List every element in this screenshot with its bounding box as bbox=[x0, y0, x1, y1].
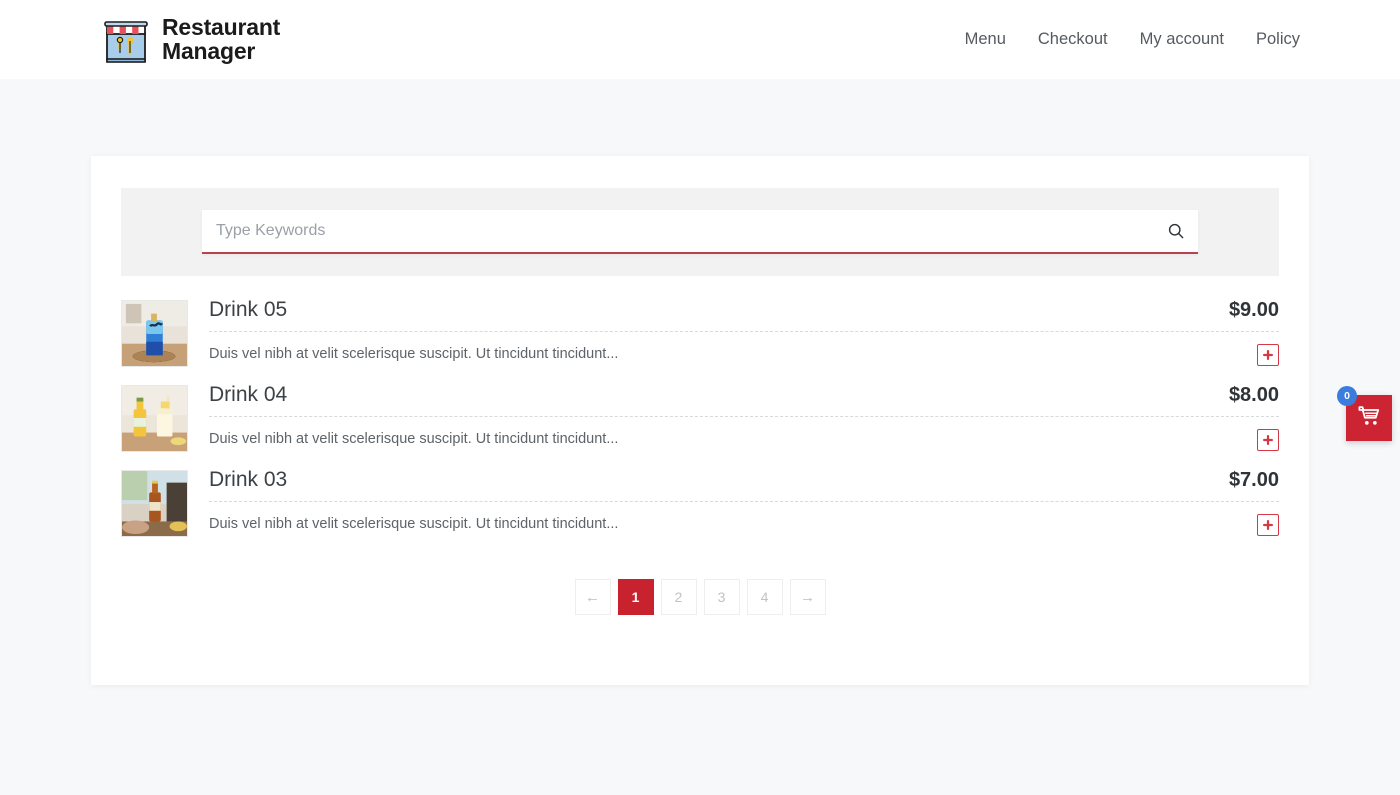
product-list: Drink 05 $9.00 Duis vel nibh at velit sc… bbox=[121, 276, 1279, 543]
product-price: $9.00 bbox=[1228, 299, 1279, 321]
product-title-row: Drink 04 $8.00 bbox=[209, 382, 1279, 418]
product-desc-row: Duis vel nibh at velit scelerisque susci… bbox=[209, 502, 1279, 536]
product-title: Drink 05 bbox=[209, 298, 288, 321]
product-title: Drink 04 bbox=[209, 383, 288, 406]
product-row: Drink 04 $8.00 Duis vel nibh at velit sc… bbox=[121, 373, 1279, 458]
pagination-page-2[interactable]: 2 bbox=[660, 579, 697, 615]
nav-item-checkout[interactable]: Checkout bbox=[1038, 30, 1108, 49]
brand-logo-link[interactable]: Restaurant Manager bbox=[100, 15, 280, 65]
pagination-next-button[interactable]: → bbox=[789, 579, 826, 615]
page-body: Drink 05 $9.00 Duis vel nibh at velit sc… bbox=[0, 79, 1400, 795]
product-row: Drink 03 $7.00 Duis vel nibh at velit sc… bbox=[121, 458, 1279, 543]
pagination-prev-button[interactable]: ← bbox=[574, 579, 611, 615]
site-header: Restaurant Manager Menu Checkout My acco… bbox=[0, 0, 1400, 79]
menu-card: Drink 05 $9.00 Duis vel nibh at velit sc… bbox=[91, 156, 1309, 685]
product-price: $8.00 bbox=[1228, 384, 1279, 406]
shopping-cart-icon bbox=[1358, 405, 1381, 431]
product-title-row: Drink 05 $9.00 bbox=[209, 297, 1279, 333]
search-panel bbox=[121, 188, 1279, 276]
product-info: Drink 04 $8.00 Duis vel nibh at velit sc… bbox=[209, 382, 1279, 451]
pagination-page-1[interactable]: 1 bbox=[617, 579, 654, 615]
product-description: Duis vel nibh at velit scelerisque susci… bbox=[209, 431, 619, 448]
product-title-row: Drink 03 $7.00 bbox=[209, 467, 1279, 503]
pagination-page-4[interactable]: 4 bbox=[746, 579, 783, 615]
add-to-cart-button[interactable] bbox=[1257, 428, 1279, 451]
product-thumbnail[interactable] bbox=[121, 300, 188, 367]
search-icon[interactable] bbox=[1164, 219, 1188, 243]
product-description: Duis vel nibh at velit scelerisque susci… bbox=[209, 516, 619, 533]
product-desc-row: Duis vel nibh at velit scelerisque susci… bbox=[209, 332, 1279, 366]
add-to-cart-button[interactable] bbox=[1257, 513, 1279, 536]
pagination: ← 1 2 3 4 → bbox=[121, 543, 1279, 615]
nav-item-policy[interactable]: Policy bbox=[1256, 30, 1300, 49]
cart-button[interactable]: 0 bbox=[1337, 386, 1392, 441]
cart-count-badge: 0 bbox=[1337, 386, 1357, 406]
storefront-icon bbox=[100, 15, 152, 65]
main-navigation: Menu Checkout My account Policy bbox=[965, 30, 1300, 49]
product-info: Drink 03 $7.00 Duis vel nibh at velit sc… bbox=[209, 467, 1279, 536]
pagination-page-3[interactable]: 3 bbox=[703, 579, 740, 615]
brand-name: Restaurant Manager bbox=[162, 14, 281, 64]
nav-item-menu[interactable]: Menu bbox=[965, 30, 1006, 49]
app-root: Restaurant Manager Menu Checkout My acco… bbox=[0, 0, 1400, 795]
product-row: Drink 05 $9.00 Duis vel nibh at velit sc… bbox=[121, 288, 1279, 373]
product-info: Drink 05 $9.00 Duis vel nibh at velit sc… bbox=[209, 297, 1279, 366]
product-desc-row: Duis vel nibh at velit scelerisque susci… bbox=[209, 417, 1279, 451]
search-box bbox=[202, 210, 1198, 254]
product-title: Drink 03 bbox=[209, 468, 288, 491]
product-description: Duis vel nibh at velit scelerisque susci… bbox=[209, 346, 619, 363]
search-input[interactable] bbox=[202, 210, 1198, 252]
product-thumbnail[interactable] bbox=[121, 385, 188, 452]
product-price: $7.00 bbox=[1228, 469, 1279, 491]
product-thumbnail[interactable] bbox=[121, 470, 188, 537]
add-to-cart-button[interactable] bbox=[1257, 343, 1279, 366]
nav-item-my-account[interactable]: My account bbox=[1140, 30, 1224, 49]
